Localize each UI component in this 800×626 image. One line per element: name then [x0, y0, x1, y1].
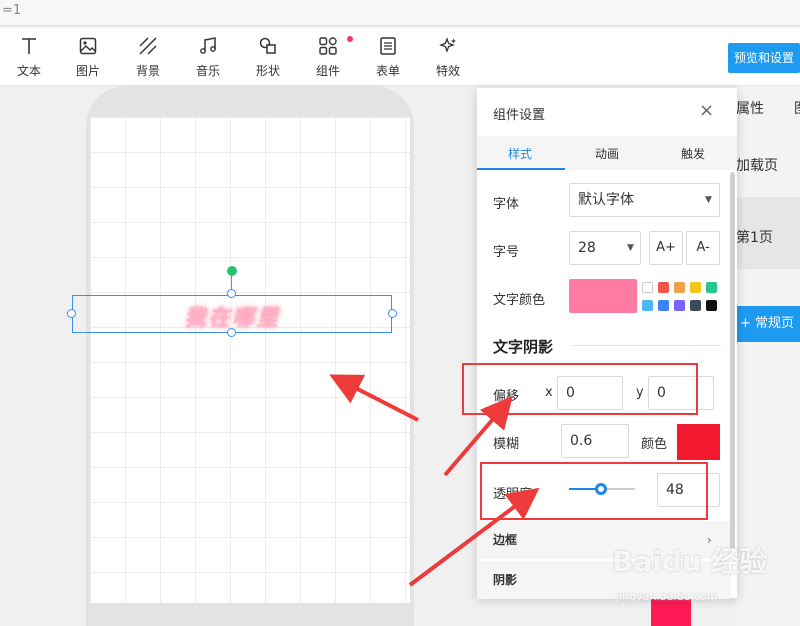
- toolbar-shape-label: 形状: [255, 64, 280, 78]
- resize-handle-top[interactable]: [227, 289, 236, 298]
- text-icon: [9, 36, 49, 58]
- panel-scrollbar[interactable]: [730, 172, 735, 552]
- palette-swatch[interactable]: [658, 282, 669, 293]
- toolbar-music-label: 音乐: [195, 64, 220, 78]
- close-icon[interactable]: ×: [699, 100, 714, 121]
- toolbar-background-button[interactable]: 背景: [128, 36, 168, 79]
- font-decrease-button[interactable]: A-: [686, 231, 720, 265]
- component-settings-panel: 组件设置 × 样式 动画 触发 字体 默认字体 ▼ 字号 28 ▼ A+ A- …: [477, 88, 737, 599]
- panel-title: 组件设置: [493, 108, 546, 123]
- chevron-down-icon: ▼: [627, 243, 634, 253]
- toolbar-image-button[interactable]: 图片: [68, 36, 108, 79]
- chevron-down-icon: ▼: [705, 195, 712, 205]
- palette-swatch[interactable]: [658, 300, 669, 311]
- palette-swatch[interactable]: [674, 282, 685, 293]
- palette-swatch[interactable]: [706, 282, 717, 293]
- toolbar-form-label: 表单: [375, 64, 400, 78]
- component-badge-dot: [347, 36, 353, 42]
- toolbar-text-label: 文本: [16, 64, 41, 78]
- annotation-opacity-box: [480, 462, 708, 520]
- watermark-logo: Baidu 经验: [612, 545, 768, 578]
- palette-swatch[interactable]: [674, 300, 685, 311]
- url-fragment: =1: [2, 3, 22, 18]
- toolbar-background-label: 背景: [135, 64, 160, 78]
- page-item-loading[interactable]: 加载页: [736, 155, 800, 175]
- tab-style[interactable]: 样式: [508, 145, 532, 162]
- component-toolbar: 文本 图片 背景 音乐 形状 组件 表单 特效: [0, 28, 800, 86]
- component-icon: [308, 36, 348, 58]
- active-tab-indicator: [477, 168, 565, 170]
- palette-swatch[interactable]: [690, 300, 701, 311]
- tab-animation[interactable]: 动画: [595, 145, 619, 162]
- toolbar-image-label: 图片: [75, 64, 100, 78]
- tab-properties[interactable]: 属性: [736, 98, 764, 118]
- size-label: 字号: [493, 245, 520, 260]
- address-bar: =1: [0, 0, 800, 26]
- background-icon: [128, 36, 168, 58]
- settings-tabs: 样式 动画 触发: [477, 136, 737, 170]
- text-color-label: 文字颜色: [493, 293, 546, 308]
- toolbar-shape-button[interactable]: 形状: [248, 36, 288, 79]
- form-icon: [368, 36, 408, 58]
- toolbar-form-button[interactable]: 表单: [368, 36, 408, 79]
- page-canvas[interactable]: [90, 117, 410, 603]
- font-select[interactable]: 默认字体: [569, 183, 720, 217]
- toolbar-music-button[interactable]: 音乐: [188, 36, 228, 79]
- palette-swatch[interactable]: [642, 300, 653, 311]
- watermark-url: jingyan.baidu.com: [616, 590, 718, 603]
- blur-input[interactable]: 0.6: [561, 424, 629, 458]
- resize-handle-right[interactable]: [388, 309, 397, 318]
- toolbar-component-button[interactable]: 组件: [308, 36, 348, 79]
- page-item-page1[interactable]: 第1页: [736, 227, 800, 247]
- palette-swatch[interactable]: [690, 282, 701, 293]
- image-icon: [68, 36, 108, 58]
- tab-trigger[interactable]: 触发: [681, 145, 705, 162]
- shadow-color-label: 颜色: [641, 437, 668, 452]
- resize-handle-left[interactable]: [67, 309, 76, 318]
- shadow-color-picker[interactable]: [677, 424, 720, 460]
- resize-handle-bottom[interactable]: [227, 328, 236, 337]
- font-increase-button[interactable]: A+: [649, 231, 683, 265]
- tab-pages[interactable]: 图: [794, 98, 800, 118]
- blur-label: 模糊: [493, 437, 520, 452]
- section-divider: [573, 345, 721, 346]
- text-shadow-heading: 文字阴影: [493, 338, 554, 356]
- palette-swatch[interactable]: [706, 300, 717, 311]
- border-section-label: 边框: [493, 533, 518, 547]
- font-label: 字体: [493, 197, 520, 212]
- add-page-button[interactable]: + 常规页: [736, 306, 800, 342]
- rotate-handle[interactable]: [227, 266, 237, 276]
- annotation-offset-box: [462, 363, 698, 415]
- preview-settings-button[interactable]: 预览和设置: [728, 43, 800, 73]
- effects-icon: [428, 36, 468, 58]
- palette-swatch[interactable]: [642, 282, 653, 293]
- text-color-picker[interactable]: [569, 279, 637, 313]
- toolbar-effects-label: 特效: [435, 64, 460, 78]
- toolbar-text-button[interactable]: 文本: [9, 36, 49, 79]
- music-icon: [188, 36, 228, 58]
- phone-frame-bottom: [86, 603, 414, 626]
- toolbar-component-label: 组件: [315, 64, 340, 78]
- shadow-section-label: 阴影: [493, 573, 518, 587]
- shape-icon: [248, 36, 288, 58]
- toolbar-effects-button[interactable]: 特效: [428, 36, 468, 79]
